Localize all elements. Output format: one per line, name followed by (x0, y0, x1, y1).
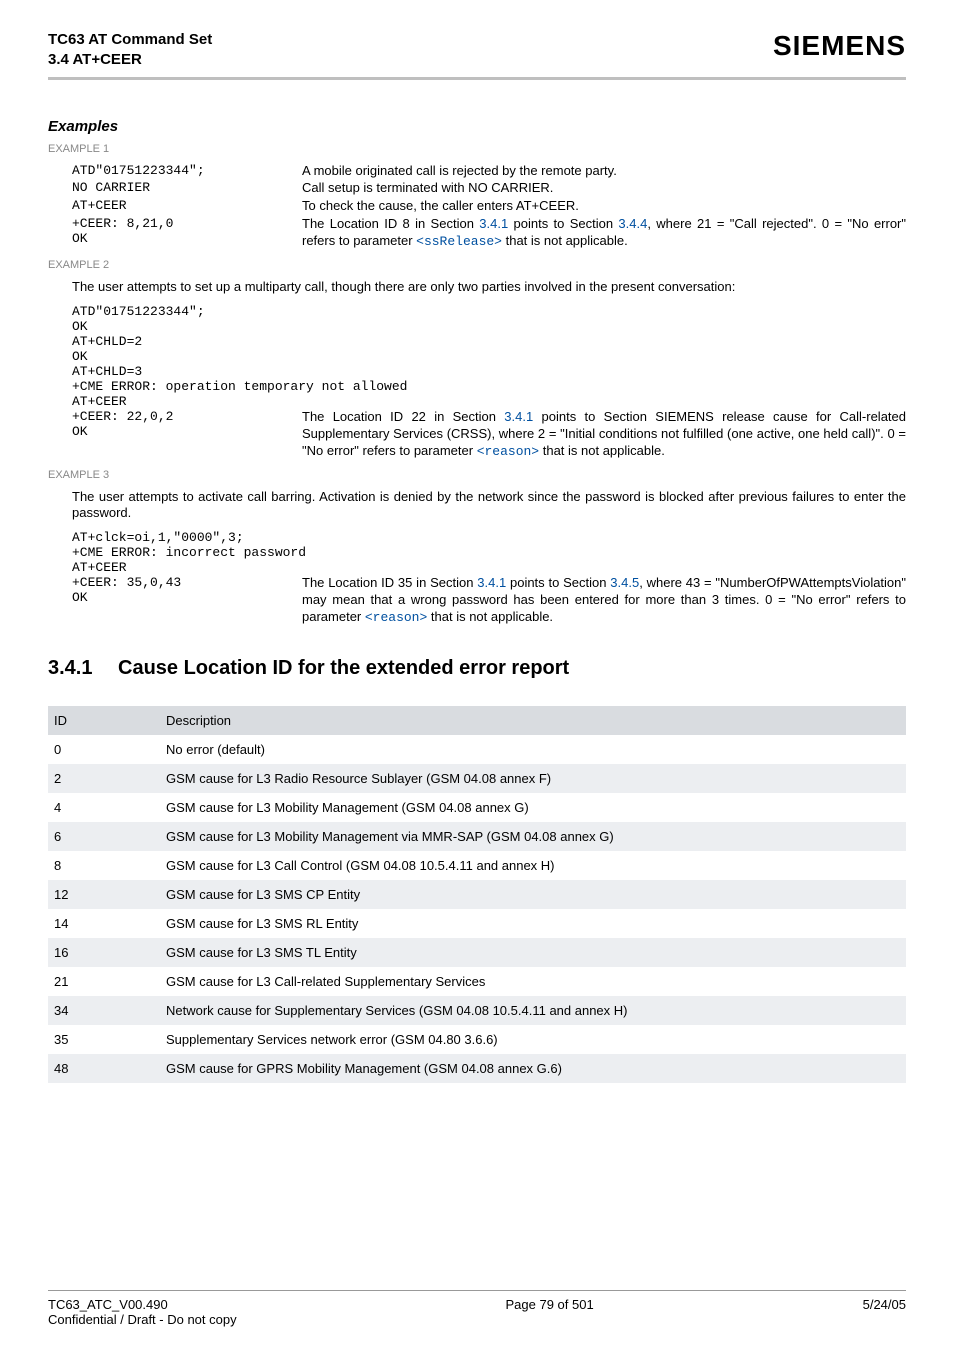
footer-divider (48, 1290, 906, 1291)
cell-desc: GSM cause for L3 SMS CP Entity (160, 880, 906, 909)
cell-desc: GSM cause for GPRS Mobility Management (… (160, 1054, 906, 1083)
cell-desc: GSM cause for L3 Call Control (GSM 04.08… (160, 851, 906, 880)
desc: Call setup is terminated with NO CARRIER… (302, 180, 906, 197)
cell-id: 0 (48, 735, 160, 764)
header-title: TC63 AT Command Set 3.4 AT+CEER (48, 30, 212, 71)
example-2-intro: The user attempts to set up a multiparty… (72, 279, 906, 296)
th-desc: Description (160, 706, 906, 735)
section-link[interactable]: 3.4.1 (477, 575, 506, 590)
param-link[interactable]: <reason> (477, 444, 539, 459)
footer-center: Page 79 of 501 (506, 1297, 594, 1327)
param-link[interactable]: <reason> (365, 610, 427, 625)
table-row: 12GSM cause for L3 SMS CP Entity (48, 880, 906, 909)
example-3-label: EXAMPLE 3 (48, 469, 906, 481)
desc: A mobile originated call is rejected by … (302, 163, 906, 180)
table-row: 2GSM cause for L3 Radio Resource Sublaye… (48, 764, 906, 793)
cell-id: 48 (48, 1054, 160, 1083)
section-heading: 3.4.1 Cause Location ID for the extended… (48, 657, 906, 680)
header-divider (48, 77, 906, 80)
desc: The Location ID 8 in Section 3.4.1 point… (302, 216, 906, 251)
title-line-2: 3.4 AT+CEER (48, 50, 212, 70)
section-number: 3.4.1 (48, 657, 118, 680)
page: TC63 AT Command Set 3.4 AT+CEER SIEMENS … (0, 0, 954, 1351)
examples-heading: Examples (48, 118, 906, 135)
cmd-block: ATD"01751223344"; OK AT+CHLD=2 OK AT+CHL… (72, 304, 906, 409)
cell-id: 12 (48, 880, 160, 909)
section-title: Cause Location ID for the extended error… (118, 657, 569, 680)
desc: The Location ID 35 in Section 3.4.1 poin… (302, 575, 906, 627)
cell-id: 6 (48, 822, 160, 851)
param-link[interactable]: <ssRelease> (416, 234, 502, 249)
table-row: 48GSM cause for GPRS Mobility Management… (48, 1054, 906, 1083)
cmd: AT+CEER (72, 198, 302, 213)
example-3-body: The user attempts to activate call barri… (72, 489, 906, 627)
footer-left: TC63_ATC_V00.490 Confidential / Draft - … (48, 1297, 237, 1327)
th-id: ID (48, 706, 160, 735)
table-row: 0No error (default) (48, 735, 906, 764)
cell-id: 8 (48, 851, 160, 880)
table-row: 6GSM cause for L3 Mobility Management vi… (48, 822, 906, 851)
cell-id: 4 (48, 793, 160, 822)
cmd-block: AT+clck=oi,1,"0000",3; +CME ERROR: incor… (72, 530, 906, 575)
table-row: 8GSM cause for L3 Call Control (GSM 04.0… (48, 851, 906, 880)
cmd: +CEER: 22,0,2 OK (72, 409, 302, 439)
cell-desc: GSM cause for L3 SMS TL Entity (160, 938, 906, 967)
table-row: 35Supplementary Services network error (… (48, 1025, 906, 1054)
example-1-body: ATD"01751223344"; A mobile originated ca… (72, 163, 906, 251)
cell-desc: Supplementary Services network error (GS… (160, 1025, 906, 1054)
table-row: 34Network cause for Supplementary Servic… (48, 996, 906, 1025)
cell-desc: GSM cause for L3 SMS RL Entity (160, 909, 906, 938)
example-2-label: EXAMPLE 2 (48, 259, 906, 271)
section-link[interactable]: 3.4.4 (618, 216, 647, 231)
cmd: +CEER: 8,21,0 OK (72, 216, 302, 246)
desc: The Location ID 22 in Section 3.4.1 poin… (302, 409, 906, 461)
cause-location-table: ID Description 0No error (default)2GSM c… (48, 706, 906, 1083)
section-link[interactable]: 3.4.5 (610, 575, 639, 590)
cell-id: 14 (48, 909, 160, 938)
table-row: 14GSM cause for L3 SMS RL Entity (48, 909, 906, 938)
cell-desc: Network cause for Supplementary Services… (160, 996, 906, 1025)
cell-desc: No error (default) (160, 735, 906, 764)
section-link[interactable]: 3.4.1 (504, 409, 533, 424)
cell-id: 2 (48, 764, 160, 793)
cmd: +CEER: 35,0,43 OK (72, 575, 302, 605)
brand-logo: SIEMENS (773, 30, 906, 62)
section-link[interactable]: 3.4.1 (479, 216, 508, 231)
page-footer: TC63_ATC_V00.490 Confidential / Draft - … (48, 1290, 906, 1327)
cell-id: 21 (48, 967, 160, 996)
title-line-1: TC63 AT Command Set (48, 30, 212, 50)
cell-id: 34 (48, 996, 160, 1025)
cmd: ATD"01751223344"; (72, 163, 302, 178)
table-row: 4GSM cause for L3 Mobility Management (G… (48, 793, 906, 822)
example-2-body: The user attempts to set up a multiparty… (72, 279, 906, 461)
cell-desc: GSM cause for L3 Mobility Management (GS… (160, 793, 906, 822)
cell-id: 35 (48, 1025, 160, 1054)
example-1-label: EXAMPLE 1 (48, 143, 906, 155)
cell-desc: GSM cause for L3 Mobility Management via… (160, 822, 906, 851)
table-row: 16GSM cause for L3 SMS TL Entity (48, 938, 906, 967)
cell-desc: GSM cause for L3 Call-related Supplement… (160, 967, 906, 996)
table-row: 21GSM cause for L3 Call-related Suppleme… (48, 967, 906, 996)
page-header: TC63 AT Command Set 3.4 AT+CEER SIEMENS (48, 30, 906, 71)
footer-right: 5/24/05 (863, 1297, 906, 1327)
example-3-intro: The user attempts to activate call barri… (72, 489, 906, 523)
cmd: NO CARRIER (72, 180, 302, 195)
cell-id: 16 (48, 938, 160, 967)
cell-desc: GSM cause for L3 Radio Resource Sublayer… (160, 764, 906, 793)
desc: To check the cause, the caller enters AT… (302, 198, 906, 215)
